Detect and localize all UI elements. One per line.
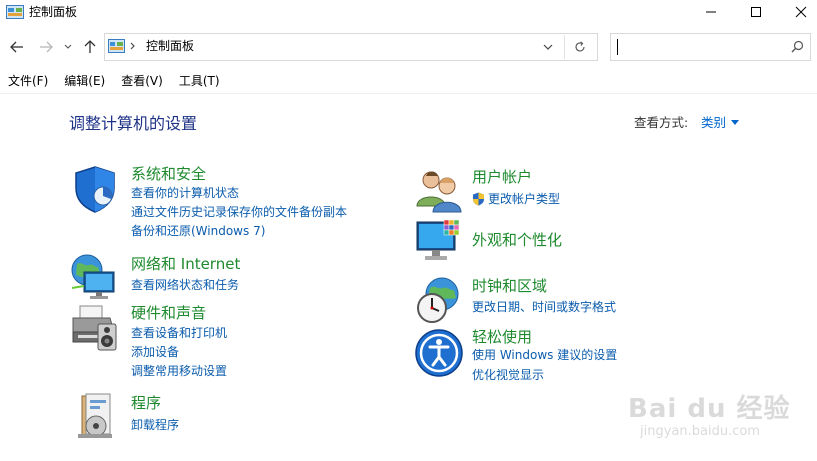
programs-icon[interactable] [72,392,122,442]
link-change-account-type[interactable]: 更改帐户类型 [488,192,560,207]
arrow-up-icon [84,40,96,53]
link-file-history[interactable]: 通过文件历史记录保存你的文件备份副本 [131,205,347,220]
ease-of-access-icon[interactable] [414,328,464,378]
refresh-button[interactable] [570,36,590,58]
maximize-button[interactable] [733,0,778,24]
search-input[interactable] [610,33,811,61]
close-icon [795,6,806,18]
control-panel-icon [108,39,125,53]
link-backup-restore[interactable]: 备份和还原(Windows 7) [131,224,265,239]
address-path[interactable]: 控制面板 [146,38,194,54]
text-caret [617,39,618,55]
chevron-down-icon[interactable] [731,120,739,125]
menu-tools[interactable]: 工具(T) [171,72,228,92]
view-by-dropdown[interactable]: 类别 [701,115,726,131]
control-panel-icon [6,5,24,19]
address-divider [564,35,565,59]
minimize-icon [705,11,716,13]
menu-view[interactable]: 查看(V) [113,72,171,92]
window-title: 控制面板 [29,5,78,19]
category-title-security[interactable]: 系统和安全 [131,165,206,183]
recent-locations-button[interactable] [61,36,75,58]
minimize-button[interactable] [688,0,733,24]
watermark-url: jingyan.baidu.com [640,424,760,439]
link-mobility-settings[interactable]: 调整常用移动设置 [131,364,227,379]
clock-globe-icon[interactable] [414,276,464,326]
category-title-clock[interactable]: 时钟和区域 [472,277,547,295]
page-title: 调整计算机的设置 [69,114,198,133]
link-change-date-time[interactable]: 更改日期、时间或数字格式 [472,300,616,315]
link-optimize-visual[interactable]: 优化视觉显示 [472,368,544,383]
shield-icon[interactable] [70,164,120,214]
arrow-right-icon [40,41,53,53]
users-icon[interactable] [414,166,464,216]
forward-button[interactable] [36,36,56,58]
link-check-status[interactable]: 查看你的计算机状态 [131,186,239,201]
link-recommended-settings[interactable]: 使用 Windows 建议的设置 [472,348,617,363]
maximize-icon [750,7,761,17]
category-title-network[interactable]: 网络和 Internet [131,255,240,273]
menu-edit[interactable]: 编辑(E) [56,72,113,92]
category-title-hardware[interactable]: 硬件和声音 [131,304,206,322]
printer-icon[interactable] [70,302,120,352]
refresh-icon [575,41,585,52]
chevron-right-icon [130,42,135,50]
category-title-appearance[interactable]: 外观和个性化 [472,231,562,249]
menu-file[interactable]: 文件(F) [0,72,56,92]
uac-shield-icon [473,192,484,206]
menu-bar: 文件(F) 编辑(E) 查看(V) 工具(T) [0,72,228,92]
link-uninstall-program[interactable]: 卸载程序 [131,418,179,433]
category-title-users[interactable]: 用户帐户 [472,168,532,186]
appearance-icon[interactable] [414,218,464,268]
link-devices-printers[interactable]: 查看设备和打印机 [131,326,227,341]
view-by-label: 查看方式: [634,115,689,130]
search-icon[interactable] [791,40,804,53]
back-button[interactable] [7,36,27,58]
chevron-down-icon [543,44,553,50]
arrow-left-icon [10,41,23,53]
link-network-status[interactable]: 查看网络状态和任务 [131,278,239,293]
network-globe-icon[interactable] [70,252,120,302]
category-title-programs[interactable]: 程序 [131,394,161,412]
address-dropdown-button[interactable] [538,36,558,58]
menu-divider [0,93,817,94]
up-button[interactable] [80,36,100,58]
chevron-down-icon [64,44,72,49]
watermark-brand: Bai du 经验 [628,394,791,424]
close-button[interactable] [778,0,817,24]
link-add-device[interactable]: 添加设备 [131,345,179,360]
category-title-ease[interactable]: 轻松使用 [472,328,532,346]
